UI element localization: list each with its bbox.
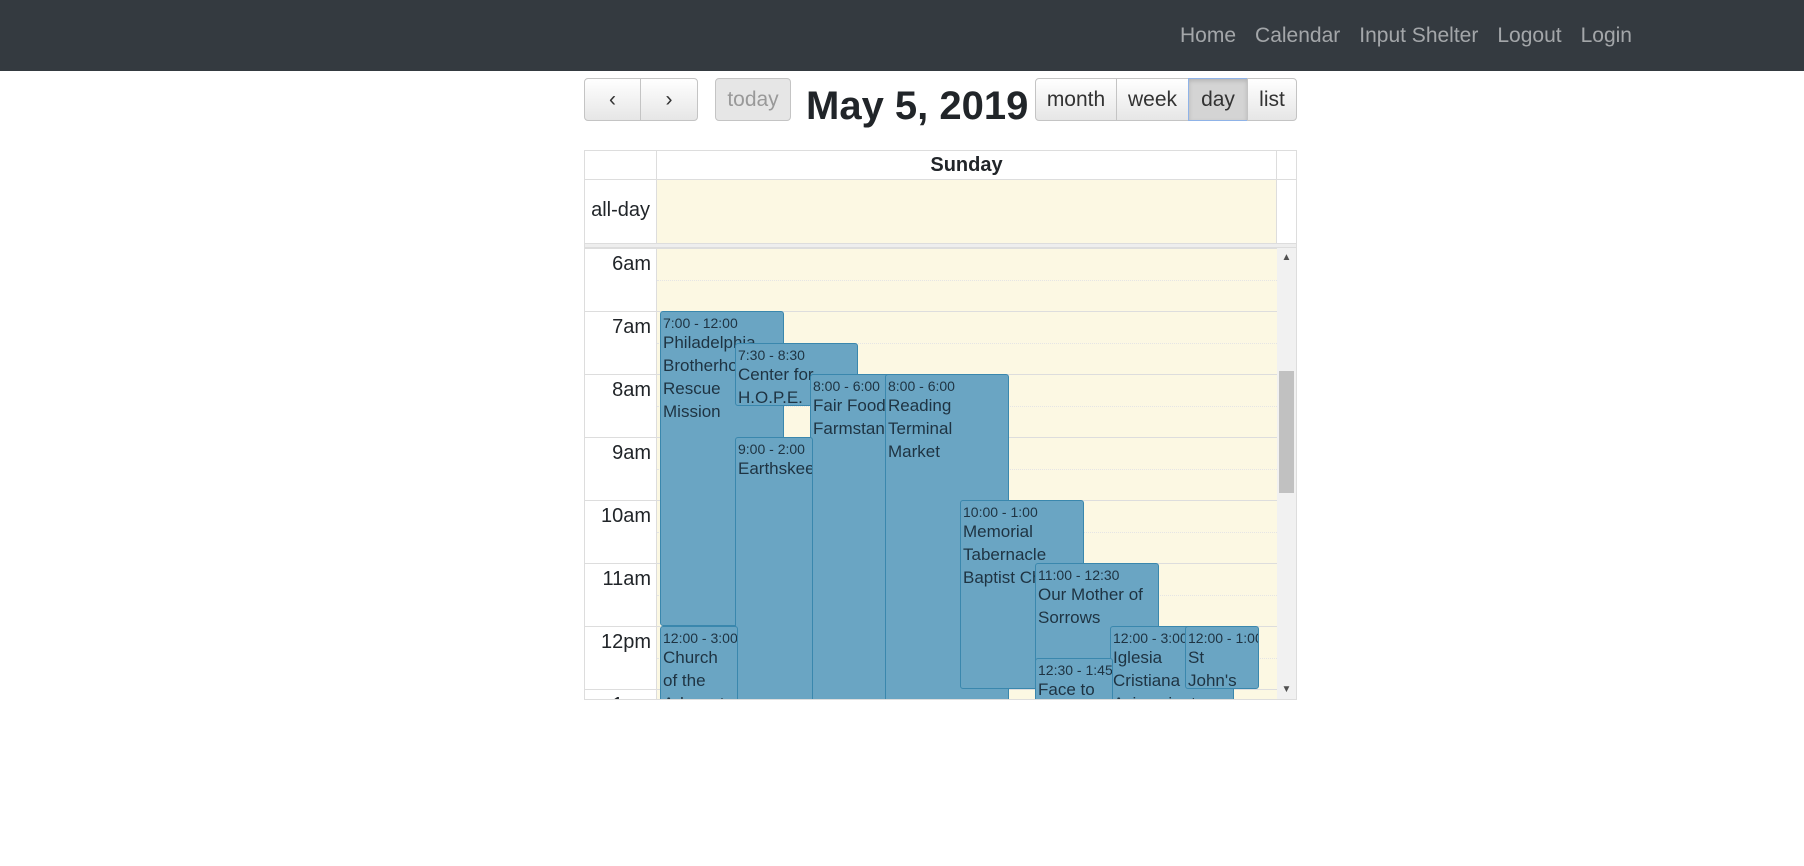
event-title: Reading Terminal Market — [888, 396, 953, 461]
axis-header — [585, 151, 657, 179]
navbar: Home Calendar Input Shelter Logout Login — [0, 0, 1804, 71]
event-time: 9:00 - 2:00 — [738, 441, 805, 457]
scroll-up-arrow-icon[interactable]: ▲ — [1277, 250, 1296, 266]
nav-link-logout[interactable]: Logout — [1497, 24, 1561, 48]
event-title: Church of the Advocate — [663, 648, 734, 699]
calendar-toolbar: ‹ › today May 5, 2019 month week day lis… — [584, 78, 1297, 128]
calendar-event[interactable]: 12:00 - 1:00 St John's Hospice — [1185, 626, 1259, 689]
event-title: St John's Hospice — [1188, 648, 1237, 689]
view-list-button[interactable]: list — [1247, 78, 1297, 121]
next-button[interactable]: › — [640, 78, 698, 121]
chevron-left-icon: ‹ — [609, 87, 616, 111]
nav-link-login[interactable]: Login — [1581, 24, 1632, 48]
event-time: 12:00 - 1:00 — [1188, 630, 1259, 646]
calendar-title: May 5, 2019 — [806, 83, 1029, 128]
day-header: Sunday — [657, 151, 1277, 179]
view-week-button[interactable]: week — [1116, 78, 1189, 121]
event-time: 12:30 - 1:45 — [1038, 662, 1113, 678]
hour-label: 6am — [612, 253, 651, 275]
calendar-event[interactable]: 9:00 - 2:00 Earthskeepers — [735, 437, 813, 699]
hour-label: 7am — [612, 316, 651, 338]
nav-links: Home Calendar Input Shelter Logout Login — [1180, 0, 1632, 71]
hour-label: 11am — [602, 568, 651, 590]
calendar: Sunday all-day 6am 7am 8am 9am 10am 11am… — [584, 150, 1297, 700]
calendar-event[interactable]: 12:30 - 1:45 Face to Face — [1035, 658, 1113, 699]
time-grid-scrollbar[interactable]: ▲ ▼ — [1277, 248, 1296, 699]
today-button[interactable]: today — [715, 78, 791, 121]
hour-label: 9am — [612, 442, 651, 464]
calendar-event[interactable]: 12:00 - 3:00 Church of the Advocate — [660, 626, 738, 699]
hour-line — [585, 248, 1277, 249]
half-hour-line — [657, 280, 1277, 281]
view-day-button[interactable]: day — [1188, 78, 1248, 121]
event-title: Face to Face — [1038, 680, 1095, 699]
hour-label: 1pm — [585, 694, 651, 699]
view-month-button[interactable]: month — [1035, 78, 1117, 121]
allday-row: all-day — [585, 179, 1296, 244]
event-title: Our Mother of Sorrows — [1038, 585, 1143, 627]
event-time: 12:00 - 3:00 — [663, 630, 738, 646]
nav-link-calendar[interactable]: Calendar — [1255, 24, 1340, 48]
hour-label: 12pm — [600, 631, 651, 653]
event-time: 8:00 - 6:00 — [888, 378, 955, 394]
event-time: 10:00 - 1:00 — [963, 504, 1038, 520]
event-title: Earthskeepers — [738, 459, 813, 478]
chevron-right-icon: › — [665, 87, 673, 111]
event-time: 7:30 - 8:30 — [738, 347, 805, 363]
hour-label: 8am — [612, 379, 651, 401]
allday-label: all-day — [585, 180, 657, 244]
nav-link-input-shelter[interactable]: Input Shelter — [1359, 24, 1478, 48]
hour-label: 10am — [600, 505, 651, 527]
time-grid-scroller[interactable]: 6am 7am 8am 9am 10am 11am 12pm 1pm 7:00 … — [585, 248, 1296, 699]
prev-button[interactable]: ‹ — [584, 78, 641, 121]
nav-link-home[interactable]: Home — [1180, 24, 1236, 48]
calendar-header-row: Sunday — [585, 151, 1296, 179]
event-time: 11:00 - 12:30 — [1038, 567, 1120, 583]
scroll-down-arrow-icon[interactable]: ▼ — [1277, 682, 1296, 698]
scrollbar-thumb[interactable] — [1279, 371, 1294, 493]
allday-cell[interactable] — [657, 180, 1277, 243]
event-time: 7:00 - 12:00 — [663, 315, 738, 331]
